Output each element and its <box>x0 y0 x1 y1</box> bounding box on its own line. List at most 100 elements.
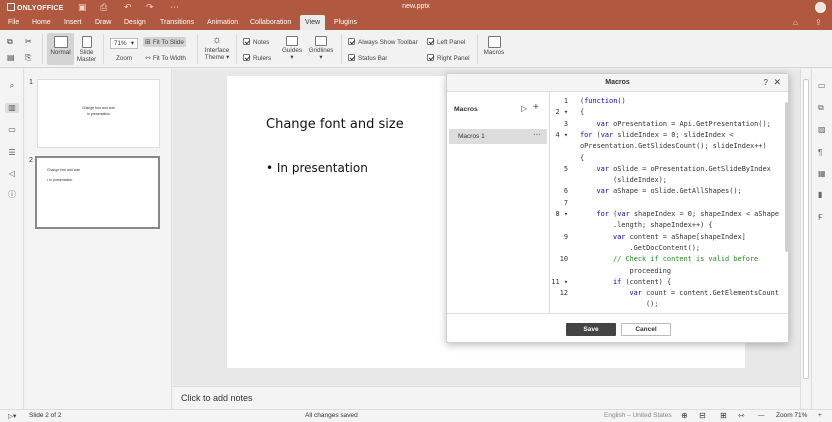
checkbox-icon <box>427 38 434 45</box>
macros-button[interactable]: Macros <box>482 36 506 56</box>
guides-button[interactable]: Guides ▾ <box>280 36 304 61</box>
paragraph-icon[interactable]: ¶ <box>818 148 822 157</box>
slide-bullet[interactable]: • In presentation <box>266 161 368 175</box>
menu-tabs: File Home Insert Draw Design Transitions… <box>0 15 832 30</box>
right-panel-label: Right Panel <box>437 55 470 62</box>
close-icon[interactable]: ✕ <box>773 77 781 88</box>
copy-icon[interactable]: ⧉ <box>7 37 13 47</box>
rulers-label: Rulers <box>253 55 272 62</box>
add-icon[interactable]: + <box>533 102 539 113</box>
shape-settings-icon[interactable]: ⧉ <box>818 103 824 113</box>
code-text: .length; shapeIndex++) { <box>613 221 713 230</box>
thumb-title: Change font and size <box>81 106 116 110</box>
line-number: 12 <box>559 289 568 298</box>
comments-icon[interactable]: ▭ <box>7 125 17 135</box>
text-art-icon[interactable]: Ꞙ <box>818 212 822 223</box>
slides-icon[interactable]: ▥ <box>5 103 19 113</box>
line-number: 2 ▾ <box>555 108 568 117</box>
scrollbar-thumb[interactable] <box>803 79 809 379</box>
about-icon[interactable]: ⓘ <box>7 190 17 200</box>
cut-icon[interactable]: ✂ <box>25 37 32 46</box>
fit-slide-icon[interactable]: ⊞ <box>720 411 727 420</box>
macro-item[interactable]: Macros 1 ··· <box>449 129 547 144</box>
help-icon[interactable]: ? <box>764 78 768 87</box>
chevron-down-icon: ▾ <box>319 54 323 61</box>
dialog-title: Macros <box>605 79 630 86</box>
code-text: var oSlide = oPresentation.GetSlideByInd… <box>596 164 771 173</box>
fit-width-icon[interactable]: ⇿ <box>738 411 745 420</box>
image-settings-icon[interactable]: ▨ <box>818 125 826 134</box>
chevron-down-icon: ▾ <box>130 40 134 47</box>
slide-thumbnail-2[interactable]: Change font and size • In presentation <box>35 156 160 229</box>
language-select[interactable]: English – United States <box>604 412 672 419</box>
code-text: var oPresentation = Api.GetPresentation(… <box>596 119 771 128</box>
notes-panel[interactable]: Click to add notes <box>173 386 800 409</box>
tab-design[interactable]: Design <box>119 15 151 30</box>
spellcheck-icon[interactable]: ⊟ <box>699 411 706 420</box>
slideshow-icon[interactable]: ▷▾ <box>8 412 16 420</box>
code-text: .GetDocContent(); <box>629 243 701 252</box>
code-editor[interactable]: 1 (function() 2 ▾ {3 var oPresentation = Api… <box>550 92 784 313</box>
cancel-button[interactable]: Cancel <box>621 323 671 336</box>
save-button[interactable]: Save <box>566 323 616 336</box>
globe-icon[interactable]: ⊕ <box>681 411 688 420</box>
chevron-down-icon: ▾ <box>224 54 230 61</box>
line-number: 1 <box>563 97 568 105</box>
code-text: var content = aShape[shapeIndex] <box>613 232 746 241</box>
chat-icon[interactable]: ☰ <box>7 148 17 158</box>
editor-scrollbar[interactable] <box>800 69 810 409</box>
slide-counter: Slide 2 of 2 <box>29 412 62 419</box>
run-icon[interactable]: ▷ <box>521 104 527 113</box>
sun-icon: ☼ <box>211 34 223 46</box>
tab-view[interactable]: View <box>300 15 326 30</box>
thumb-title: Change font and size <box>47 168 81 172</box>
ribbon-separator <box>341 34 342 64</box>
slide-title[interactable]: Change font and size <box>266 117 404 132</box>
status-bar: ▷▾ Slide 2 of 2 All changes saved Englis… <box>0 409 832 422</box>
ribbon-separator <box>197 34 198 64</box>
dialog-header: Macros ? ✕ <box>447 74 788 92</box>
slide-thumbnails: 1 Change font and size In presentation 2… <box>25 69 172 409</box>
user-avatar[interactable] <box>815 2 826 13</box>
status-bar-checkbox[interactable]: Status Bar <box>348 54 387 62</box>
gridlines-button[interactable]: Gridlines ▾ <box>307 36 335 61</box>
ribbon-separator <box>236 34 237 64</box>
fit-to-slide-button[interactable]: ⊞ Fit To Slide <box>143 37 186 47</box>
code-scrollbar[interactable] <box>785 92 789 313</box>
open-location-icon[interactable]: ⌂ <box>793 18 798 27</box>
line-number: 11 ▾ <box>551 277 568 286</box>
tab-draw[interactable]: Draw <box>90 15 116 30</box>
line-number: 4 ▾ <box>555 130 568 139</box>
search-icon[interactable]: ⌕ <box>7 81 17 91</box>
zoom-in-icon[interactable]: + <box>818 412 822 419</box>
tab-collaboration[interactable]: Collaboration <box>245 15 296 30</box>
format-painter-icon[interactable]: ⎘ <box>25 53 31 63</box>
slide-master-button[interactable]: Slide Master <box>75 33 98 63</box>
feedback-icon[interactable]: ◁ <box>7 169 17 179</box>
tab-animation[interactable]: Animation <box>202 15 243 30</box>
slide-settings-icon[interactable]: ▭ <box>818 81 826 90</box>
left-panel-label: Left Panel <box>437 39 466 46</box>
tab-plugins[interactable]: Plugins <box>329 15 362 30</box>
fit-to-width-button[interactable]: ⇿ Fit To Width <box>145 54 186 62</box>
table-settings-icon[interactable]: ▦ <box>818 169 826 178</box>
left-panel-checkbox[interactable]: Left Panel <box>427 38 465 46</box>
share-icon[interactable]: ⇪ <box>815 18 822 27</box>
paste-icon[interactable]: ▤ <box>7 53 15 62</box>
slide-thumbnail-1[interactable]: Change font and size In presentation <box>37 79 160 148</box>
right-panel-checkbox[interactable]: Right Panel <box>427 54 470 62</box>
tab-insert[interactable]: Insert <box>59 15 87 30</box>
scrollbar-thumb[interactable] <box>785 102 788 252</box>
zoom-out-icon[interactable]: — <box>758 412 765 419</box>
chart-settings-icon[interactable]: ▮ <box>818 190 822 199</box>
always-show-toolbar-checkbox[interactable]: Always Show Toolbar <box>348 38 418 46</box>
rulers-checkbox[interactable]: Rulers <box>243 54 271 62</box>
normal-view-button[interactable]: Normal <box>47 33 74 65</box>
tab-file[interactable]: File <box>3 15 24 30</box>
tab-transitions[interactable]: Transitions <box>155 15 199 30</box>
interface-theme-button[interactable]: ☼ Interface Theme ▾ <box>202 34 232 61</box>
zoom-select[interactable]: 71% ▾ <box>110 38 138 49</box>
notes-checkbox[interactable]: Notes <box>243 38 269 46</box>
more-icon[interactable]: ··· <box>533 130 541 139</box>
tab-home[interactable]: Home <box>27 15 56 30</box>
